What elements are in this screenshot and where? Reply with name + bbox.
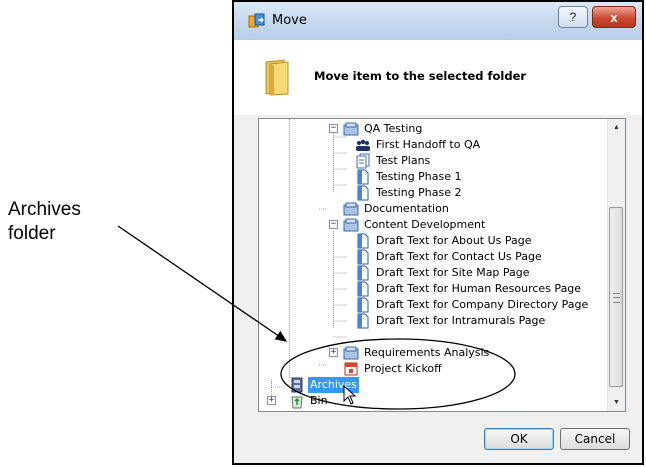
document-icon bbox=[357, 265, 369, 281]
workspace-folder-icon bbox=[343, 218, 359, 232]
tree-node-label: Documentation bbox=[364, 202, 449, 215]
workspace-folder-icon bbox=[343, 346, 359, 360]
recycle-bin-icon bbox=[291, 396, 303, 409]
vertical-scrollbar[interactable]: ▲ ▼ bbox=[607, 119, 625, 411]
folder-tree[interactable]: − QA Testing First Handoff to QA Test Pl… bbox=[258, 118, 626, 412]
title-bar[interactable]: Move ? x bbox=[234, 2, 642, 41]
tree-node-label: Draft Text for Site Map Page bbox=[376, 266, 530, 279]
tree-node-label: Testing Phase 2 bbox=[376, 186, 462, 199]
scroll-grip-icon bbox=[613, 293, 620, 303]
mouse-cursor-icon bbox=[343, 385, 357, 405]
dialog-instruction: Move item to the selected folder bbox=[314, 69, 527, 83]
cancel-button[interactable]: Cancel bbox=[560, 428, 630, 450]
move-app-icon bbox=[248, 13, 265, 28]
expand-requirements-analysis[interactable]: + bbox=[329, 348, 338, 357]
tree-node-label: Draft Text for Human Resources Page bbox=[376, 282, 582, 295]
close-button[interactable]: x bbox=[592, 6, 636, 28]
document-icon bbox=[357, 281, 369, 297]
move-dialog: Move ? x Move item to the selected folde… bbox=[232, 0, 644, 465]
archive-cabinet-icon bbox=[291, 377, 303, 393]
workspace-folder-icon bbox=[343, 122, 359, 136]
scrollbar-thumb[interactable] bbox=[609, 207, 623, 387]
tree-node-label: Draft Text for Company Directory Page bbox=[376, 298, 589, 311]
tree-node-label: Content Development bbox=[364, 218, 486, 231]
dialog-title: Move bbox=[272, 13, 307, 28]
tree-node-label: Draft Text for About Us Page bbox=[376, 234, 532, 247]
scroll-up-arrow-icon[interactable]: ▲ bbox=[608, 119, 625, 136]
document-folder-icon bbox=[356, 153, 370, 169]
document-icon bbox=[357, 233, 369, 249]
scroll-down-arrow-icon[interactable]: ▼ bbox=[608, 394, 625, 411]
tree-node-label: Draft Text for Intramurals Page bbox=[376, 314, 546, 327]
expand-bin[interactable]: + bbox=[267, 396, 276, 405]
tree-node-label: QA Testing bbox=[364, 122, 423, 135]
tree-node-label: First Handoff to QA bbox=[376, 138, 481, 151]
help-button[interactable]: ? bbox=[558, 6, 588, 28]
workspace-folder-icon bbox=[343, 202, 359, 216]
tree-node-label: Draft Text for Contact Us Page bbox=[376, 250, 542, 263]
team-icon bbox=[356, 139, 370, 151]
callout-line-1: Archives bbox=[8, 199, 81, 220]
calendar-icon bbox=[344, 362, 358, 376]
document-icon bbox=[357, 297, 369, 313]
tree-node-label: Test Plans bbox=[376, 154, 431, 167]
tree-node-label: Bin bbox=[310, 394, 328, 407]
document-icon bbox=[357, 313, 369, 329]
dialog-header: Move item to the selected folder bbox=[234, 40, 642, 115]
folder-icon bbox=[265, 59, 289, 96]
tree-node-label: Requirements Analysis bbox=[364, 346, 490, 359]
collapse-qa-testing[interactable]: − bbox=[329, 124, 338, 133]
tree-node-label: Testing Phase 1 bbox=[376, 170, 462, 183]
document-icon bbox=[357, 249, 369, 265]
ok-button[interactable]: OK bbox=[484, 428, 554, 450]
collapse-content-development[interactable]: − bbox=[329, 220, 338, 229]
archives-callout: Archives folder bbox=[8, 198, 81, 246]
document-icon bbox=[357, 169, 369, 185]
document-icon bbox=[357, 185, 369, 201]
tree-node-label: Project Kickoff bbox=[364, 362, 442, 375]
callout-line-2: folder bbox=[8, 223, 56, 244]
